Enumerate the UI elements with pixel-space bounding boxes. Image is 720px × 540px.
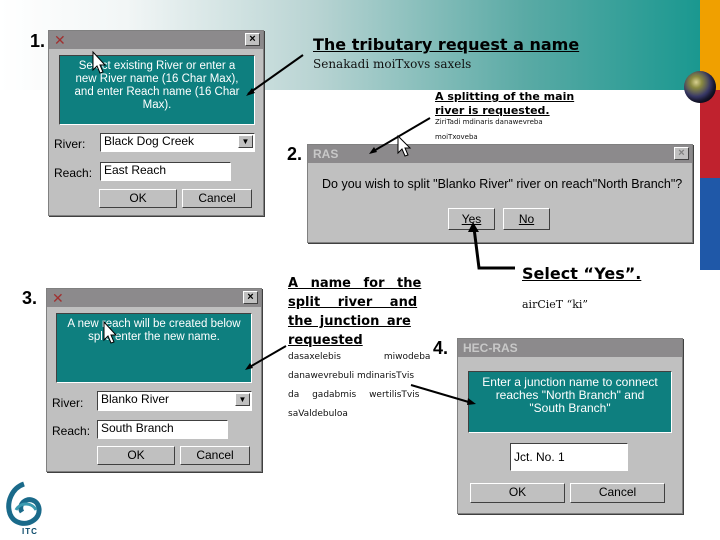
step-number-4: 4.: [433, 338, 449, 358]
reach-label: Reach:: [52, 424, 91, 438]
name-annotation-subtitle-line2: danawevrebuli mdinarisTvis: [288, 371, 415, 381]
dialog-title: HEC-RAS: [463, 341, 518, 355]
junction-name-input[interactable]: Jct. No. 1: [510, 443, 628, 471]
dropdown-arrow-icon[interactable]: ▼: [235, 393, 250, 406]
no-button[interactable]: No: [503, 208, 550, 230]
river-value: Black Dog Creek: [104, 134, 195, 148]
dialog-junction-name: HEC-RAS Enter a junction name to connect…: [457, 338, 683, 514]
cancel-button[interactable]: Cancel: [570, 483, 665, 503]
step-number-1: 1.: [30, 31, 46, 51]
tributary-annotation-title: The tributary request a name: [313, 35, 580, 54]
tributary-annotation-subtitle: Senakadi moiTxovs saxels: [313, 57, 472, 71]
dialog-split-confirm: RAS × Do you wish to split "Blanko River…: [307, 144, 693, 243]
yes-label: Yes: [461, 212, 482, 226]
instruction-message: Select existing River or enter a new Riv…: [59, 55, 255, 125]
reach-input[interactable]: East Reach: [100, 162, 231, 181]
river-combobox[interactable]: Blanko River ▼: [97, 391, 252, 411]
step-number-2: 2.: [287, 144, 303, 164]
accent-stripe-red: [700, 90, 720, 178]
dialog-title-bar[interactable]: HEC-RAS: [458, 339, 682, 357]
dialog-title-bar[interactable]: ✕ ×: [47, 289, 261, 307]
split-annotation-title-line2: river is requested.: [435, 104, 550, 117]
accent-stripe-blue: [700, 178, 720, 270]
app-icon: ✕: [52, 290, 64, 306]
name-annotation-title-line1: A name for the: [288, 276, 422, 291]
reach-label: Reach:: [54, 166, 93, 180]
name-annotation-title-line2: split river and: [288, 295, 418, 310]
reach-input[interactable]: South Branch: [97, 420, 228, 439]
split-annotation-subtitle-line1: ZiriTadi mdinaris danawevreba: [435, 118, 543, 126]
river-value: Blanko River: [101, 392, 170, 406]
cancel-button[interactable]: Cancel: [182, 189, 252, 208]
app-icon: ✕: [54, 32, 66, 48]
split-annotation-title-line1: A splitting of the main: [435, 90, 575, 103]
close-button[interactable]: ×: [243, 291, 258, 304]
ok-button[interactable]: OK: [470, 483, 565, 503]
dialog-title-bar[interactable]: RAS ×: [308, 145, 692, 163]
confirm-message: Do you wish to split "Blanko River" rive…: [322, 177, 683, 191]
ok-button[interactable]: OK: [99, 189, 177, 208]
dialog-tributary-name: ✕ × Select existing River or enter a new…: [48, 30, 264, 216]
step-number-3: 3.: [22, 288, 38, 308]
globe-icon: [684, 71, 716, 103]
select-yes-annotation-subtitle: airCieT “ki”: [522, 298, 589, 311]
no-label: No: [518, 212, 535, 226]
itc-logo-text: ITC: [22, 527, 38, 536]
select-yes-annotation-title: Select “Yes”.: [522, 264, 642, 283]
name-annotation-subtitle-line4: saValdebuloa: [288, 409, 348, 419]
cancel-button[interactable]: Cancel: [180, 446, 250, 465]
name-annotation-subtitle-line1: dasaxelebis miwodeba: [288, 352, 431, 362]
yes-button[interactable]: Yes: [448, 208, 495, 230]
dialog-title-bar[interactable]: ✕ ×: [49, 31, 263, 49]
river-combobox[interactable]: Black Dog Creek ▼: [100, 133, 255, 152]
instruction-message: A new reach will be created below split,…: [56, 313, 252, 383]
river-label: River:: [54, 137, 86, 151]
ok-button[interactable]: OK: [97, 446, 175, 465]
close-button[interactable]: ×: [245, 33, 260, 46]
river-label: River:: [52, 396, 84, 410]
name-annotation-title-line3: the junction are: [288, 314, 411, 329]
dialog-title: RAS: [313, 147, 339, 161]
name-annotation-subtitle-line3: da gadabmis wertilisTvis: [288, 390, 420, 400]
split-annotation-subtitle-line2: moiTxoveba: [435, 133, 478, 141]
dropdown-arrow-icon[interactable]: ▼: [238, 135, 253, 148]
name-annotation-title-line4: requested: [288, 333, 363, 348]
instruction-message: Enter a junction name to connect reaches…: [468, 371, 672, 433]
dialog-new-reach-name: ✕ × A new reach will be created below sp…: [46, 288, 262, 472]
close-button[interactable]: ×: [674, 147, 689, 160]
